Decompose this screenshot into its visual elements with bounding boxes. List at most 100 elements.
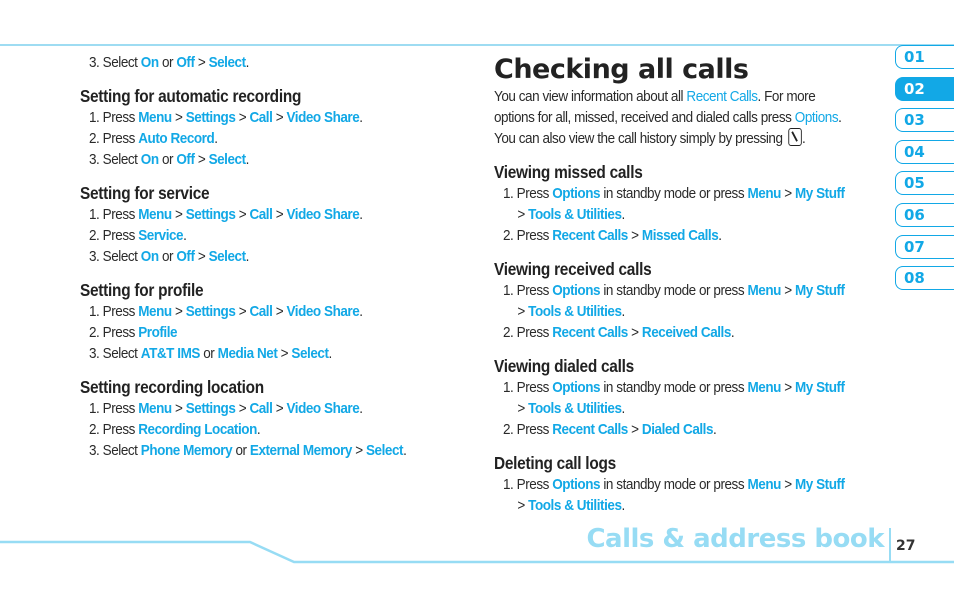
menu-term: Recent Calls	[552, 421, 628, 438]
chapter-tab-08[interactable]: 08	[895, 266, 954, 291]
chapter-tab-06[interactable]: 06	[895, 202, 954, 227]
text-run: >	[627, 324, 642, 341]
text-run: or	[199, 345, 218, 362]
text-run: >	[194, 151, 209, 168]
menu-term: Menu	[138, 206, 172, 223]
text-run: >	[235, 303, 250, 320]
menu-term: My Stuff	[794, 379, 845, 396]
instruction-step: 1. Press Options in standby mode or pres…	[494, 474, 845, 495]
chapter-tab-03[interactable]: 03	[895, 108, 954, 133]
text-run: 2. Press	[89, 324, 139, 341]
instruction-step: 2. Press Recent Calls > Missed Calls.	[494, 225, 845, 246]
chapter-tab-05[interactable]: 05	[895, 171, 954, 196]
menu-term: Select	[365, 442, 404, 459]
menu-term: My Stuff	[794, 185, 845, 202]
menu-term: Recent Calls	[686, 88, 758, 105]
text-run: You can view information about all	[494, 88, 687, 105]
instruction-step: 1. Press Menu > Settings > Call > Video …	[80, 107, 431, 128]
instruction-step: 3. Select On or Off > Select.	[80, 52, 431, 73]
chapter-tab-07[interactable]: 07	[895, 234, 954, 259]
text-run: >	[194, 248, 209, 265]
menu-term: Menu	[138, 400, 172, 417]
text-run: >	[780, 379, 795, 396]
menu-term: Settings	[185, 400, 236, 417]
text-run: or	[158, 54, 177, 71]
instruction-step: > Tools & Utilities.	[494, 301, 845, 322]
text-run: 2. Press	[89, 130, 139, 147]
chapter-tab-04[interactable]: 04	[895, 139, 954, 164]
text-run: .	[359, 109, 363, 126]
text-run: or	[232, 442, 250, 459]
menu-term: Video Share	[286, 206, 360, 223]
right-sections: Viewing missed calls 1. Press Options in …	[494, 161, 884, 516]
menu-term: AT&T IMS	[140, 345, 201, 362]
text-run: .	[621, 206, 626, 223]
menu-term: Menu	[138, 303, 172, 320]
text-run: 3. Select	[89, 151, 141, 168]
menu-term: External Memory	[249, 442, 353, 459]
text-run: .	[359, 303, 363, 320]
section-title: Setting for service	[80, 183, 210, 203]
menu-term: Service	[138, 227, 184, 244]
text-run: >	[627, 421, 642, 438]
text-run: in standby mode or press	[600, 476, 748, 493]
menu-term: On	[140, 248, 159, 265]
text-run: >	[272, 206, 287, 223]
chapter-tab-01[interactable]: 01	[895, 45, 954, 69]
text-run: >	[272, 303, 287, 320]
menu-term: Tools & Utilities	[528, 206, 622, 223]
section-title: Viewing dialed calls	[494, 356, 634, 376]
menu-term: Call	[249, 109, 273, 126]
menu-term: Options	[552, 185, 601, 202]
menu-term: Select	[208, 151, 247, 168]
menu-term: Recording Location	[138, 421, 257, 438]
menu-term: Video Share	[286, 303, 360, 320]
menu-term: Options	[552, 282, 601, 299]
menu-term: Select	[208, 248, 247, 265]
text-run: 1. Press	[89, 400, 139, 417]
intro-paragraph: You can view information about all Recen…	[494, 86, 884, 149]
text-run: .	[359, 206, 363, 223]
menu-term: Call	[249, 303, 273, 320]
text-run: >	[272, 109, 287, 126]
text-run: >	[780, 282, 795, 299]
top-rule	[0, 44, 954, 46]
instruction-step: 3. Select On or Off > Select.	[80, 246, 431, 267]
text-run: >	[517, 303, 529, 320]
menu-term: Options	[552, 379, 601, 396]
menu-term: Dialed Calls	[641, 421, 714, 438]
text-run: 1. Press	[89, 303, 139, 320]
menu-term: Menu	[138, 109, 172, 126]
text-run: You can also view the call history simpl…	[494, 130, 786, 147]
chapter-tabs: 01 02 03 04 05 06 07 08	[895, 45, 954, 298]
chapter-tab-02[interactable]: 02	[895, 76, 954, 101]
text-run: .	[328, 345, 333, 362]
menu-term: Received Calls	[641, 324, 731, 341]
text-run: >	[517, 497, 529, 514]
text-run: 1. Press	[503, 282, 553, 299]
text-run: .	[802, 130, 806, 147]
text-run: 3. Select	[89, 442, 141, 459]
text-run: >	[171, 206, 186, 223]
instruction-step: 2. Press Profile	[80, 322, 431, 343]
text-run: 2. Press	[503, 227, 553, 244]
instruction-step: 1. Press Options in standby mode or pres…	[494, 377, 845, 398]
text-run: 2. Press	[89, 421, 139, 438]
text-run: >	[780, 185, 795, 202]
instruction-step: 3. Select AT&T IMS or Media Net > Select…	[80, 343, 431, 364]
instruction-step: > Tools & Utilities.	[494, 495, 845, 516]
text-run: .	[359, 400, 363, 417]
text-run: 1. Press	[89, 206, 139, 223]
section-title: Setting for profile	[80, 280, 204, 300]
instruction-step: 1. Press Options in standby mode or pres…	[494, 280, 845, 301]
text-run: >	[780, 476, 795, 493]
text-run: >	[171, 400, 186, 417]
menu-term: Menu	[747, 379, 781, 396]
text-run: 3. Select	[89, 345, 141, 362]
menu-term: Off	[176, 248, 195, 265]
instruction-step: 1. Press Menu > Settings > Call > Video …	[80, 204, 431, 225]
text-run: in standby mode or press	[600, 379, 748, 396]
text-run: 1. Press	[503, 379, 553, 396]
section-title: Setting for automatic recording	[80, 86, 302, 106]
text-run: .	[403, 442, 407, 459]
